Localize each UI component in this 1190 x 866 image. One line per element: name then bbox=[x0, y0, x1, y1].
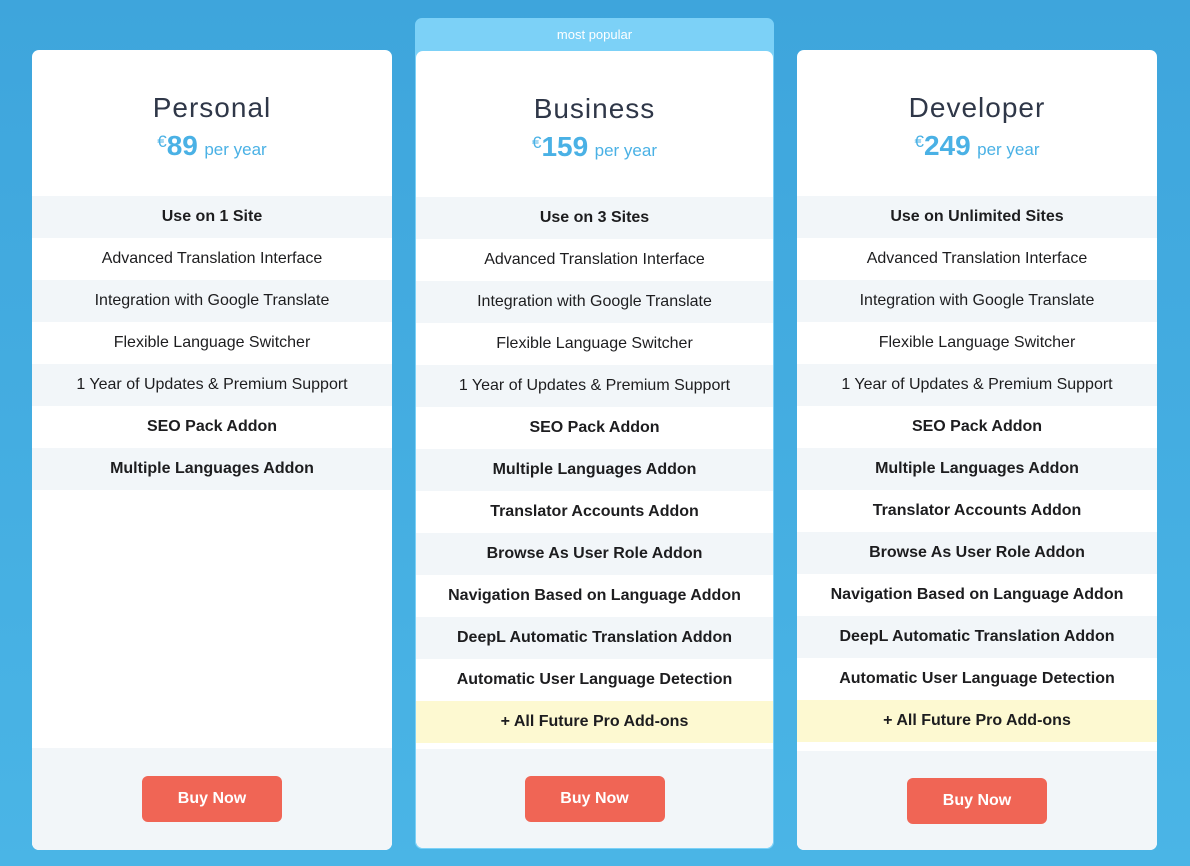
plan-footer: Buy Now bbox=[416, 746, 773, 848]
feature-item: Multiple Languages Addon bbox=[32, 448, 392, 490]
currency-symbol: € bbox=[914, 132, 924, 151]
feature-item: Translator Accounts Addon bbox=[797, 490, 1157, 532]
feature-item: Use on 3 Sites bbox=[416, 197, 773, 239]
feature-item: Advanced Translation Interface bbox=[416, 239, 773, 281]
buy-now-button-developer[interactable]: Buy Now bbox=[907, 777, 1047, 824]
plan-price: €89 per year bbox=[32, 130, 392, 162]
feature-item: Integration with Google Translate bbox=[797, 280, 1157, 322]
feature-item: Use on 1 Site bbox=[32, 196, 392, 238]
price-period: per year bbox=[977, 140, 1040, 159]
feature-item: 1 Year of Updates & Premium Support bbox=[416, 365, 773, 407]
currency-symbol: € bbox=[531, 133, 542, 152]
feature-item: Flexible Language Switcher bbox=[797, 322, 1157, 364]
plan-header: Business €159 per year bbox=[416, 51, 773, 197]
feature-item: Browse As User Role Addon bbox=[416, 533, 773, 575]
feature-item: Integration with Google Translate bbox=[32, 280, 392, 322]
currency-symbol: € bbox=[157, 132, 167, 151]
feature-item: Automatic User Language Detection bbox=[797, 658, 1157, 700]
feature-item: Browse As User Role Addon bbox=[797, 532, 1157, 574]
price-amount: 89 bbox=[166, 130, 198, 161]
most-popular-badge: most popular bbox=[556, 27, 633, 42]
feature-item: Advanced Translation Interface bbox=[797, 238, 1157, 280]
feature-item: Advanced Translation Interface bbox=[32, 238, 392, 280]
feature-item: DeepL Automatic Translation Addon bbox=[797, 616, 1157, 658]
plan-price: €159 per year bbox=[416, 131, 773, 163]
plan-footer: Buy Now bbox=[797, 748, 1157, 850]
feature-item: Use on Unlimited Sites bbox=[797, 196, 1157, 238]
feature-item: 1 Year of Updates & Premium Support bbox=[797, 364, 1157, 406]
feature-item-highlight: + All Future Pro Add-ons bbox=[797, 700, 1157, 742]
feature-item: Flexible Language Switcher bbox=[416, 323, 773, 365]
plan-header: Developer €249 per year bbox=[797, 50, 1157, 196]
price-amount: 159 bbox=[541, 131, 589, 162]
price-period: per year bbox=[204, 140, 267, 159]
feature-item: Flexible Language Switcher bbox=[32, 322, 392, 364]
feature-item: Navigation Based on Language Addon bbox=[797, 574, 1157, 616]
feature-item: SEO Pack Addon bbox=[32, 406, 392, 448]
plan-card-developer: Developer €249 per year Use on Unlimited… bbox=[797, 50, 1157, 850]
feature-item: Navigation Based on Language Addon bbox=[416, 575, 773, 617]
feature-list: Use on Unlimited Sites Advanced Translati… bbox=[797, 196, 1157, 742]
feature-item: DeepL Automatic Translation Addon bbox=[416, 617, 773, 659]
price-period: per year bbox=[594, 141, 657, 160]
feature-list: Use on 1 Site Advanced Translation Interf… bbox=[32, 196, 392, 490]
plan-card-business: most popular Business €159 per year Use … bbox=[415, 18, 774, 849]
feature-item: SEO Pack Addon bbox=[416, 407, 773, 449]
plan-price: €249 per year bbox=[797, 130, 1157, 162]
feature-item: Integration with Google Translate bbox=[416, 281, 773, 323]
plan-name: Developer bbox=[908, 92, 1046, 123]
feature-item: Multiple Languages Addon bbox=[416, 449, 773, 491]
buy-now-button-personal[interactable]: Buy Now bbox=[142, 776, 282, 822]
feature-item: 1 Year of Updates & Premium Support bbox=[32, 364, 392, 406]
feature-item-highlight: + All Future Pro Add-ons bbox=[416, 701, 773, 743]
plan-name: Personal bbox=[152, 92, 272, 123]
plan-name: Business bbox=[533, 93, 656, 124]
feature-item: Translator Accounts Addon bbox=[416, 491, 773, 533]
feature-list: Use on 3 Sites Advanced Translation Inter… bbox=[416, 197, 773, 743]
feature-item: SEO Pack Addon bbox=[797, 406, 1157, 448]
plan-footer: Buy Now bbox=[32, 748, 392, 850]
plan-card-personal: Personal €89 per year Use on 1 Site Advan… bbox=[32, 50, 392, 850]
feature-item: Multiple Languages Addon bbox=[797, 448, 1157, 490]
feature-item: Automatic User Language Detection bbox=[416, 659, 773, 701]
price-amount: 249 bbox=[923, 130, 971, 161]
buy-now-button-business[interactable]: Buy Now bbox=[524, 775, 665, 822]
plan-header: Personal €89 per year bbox=[32, 50, 392, 196]
